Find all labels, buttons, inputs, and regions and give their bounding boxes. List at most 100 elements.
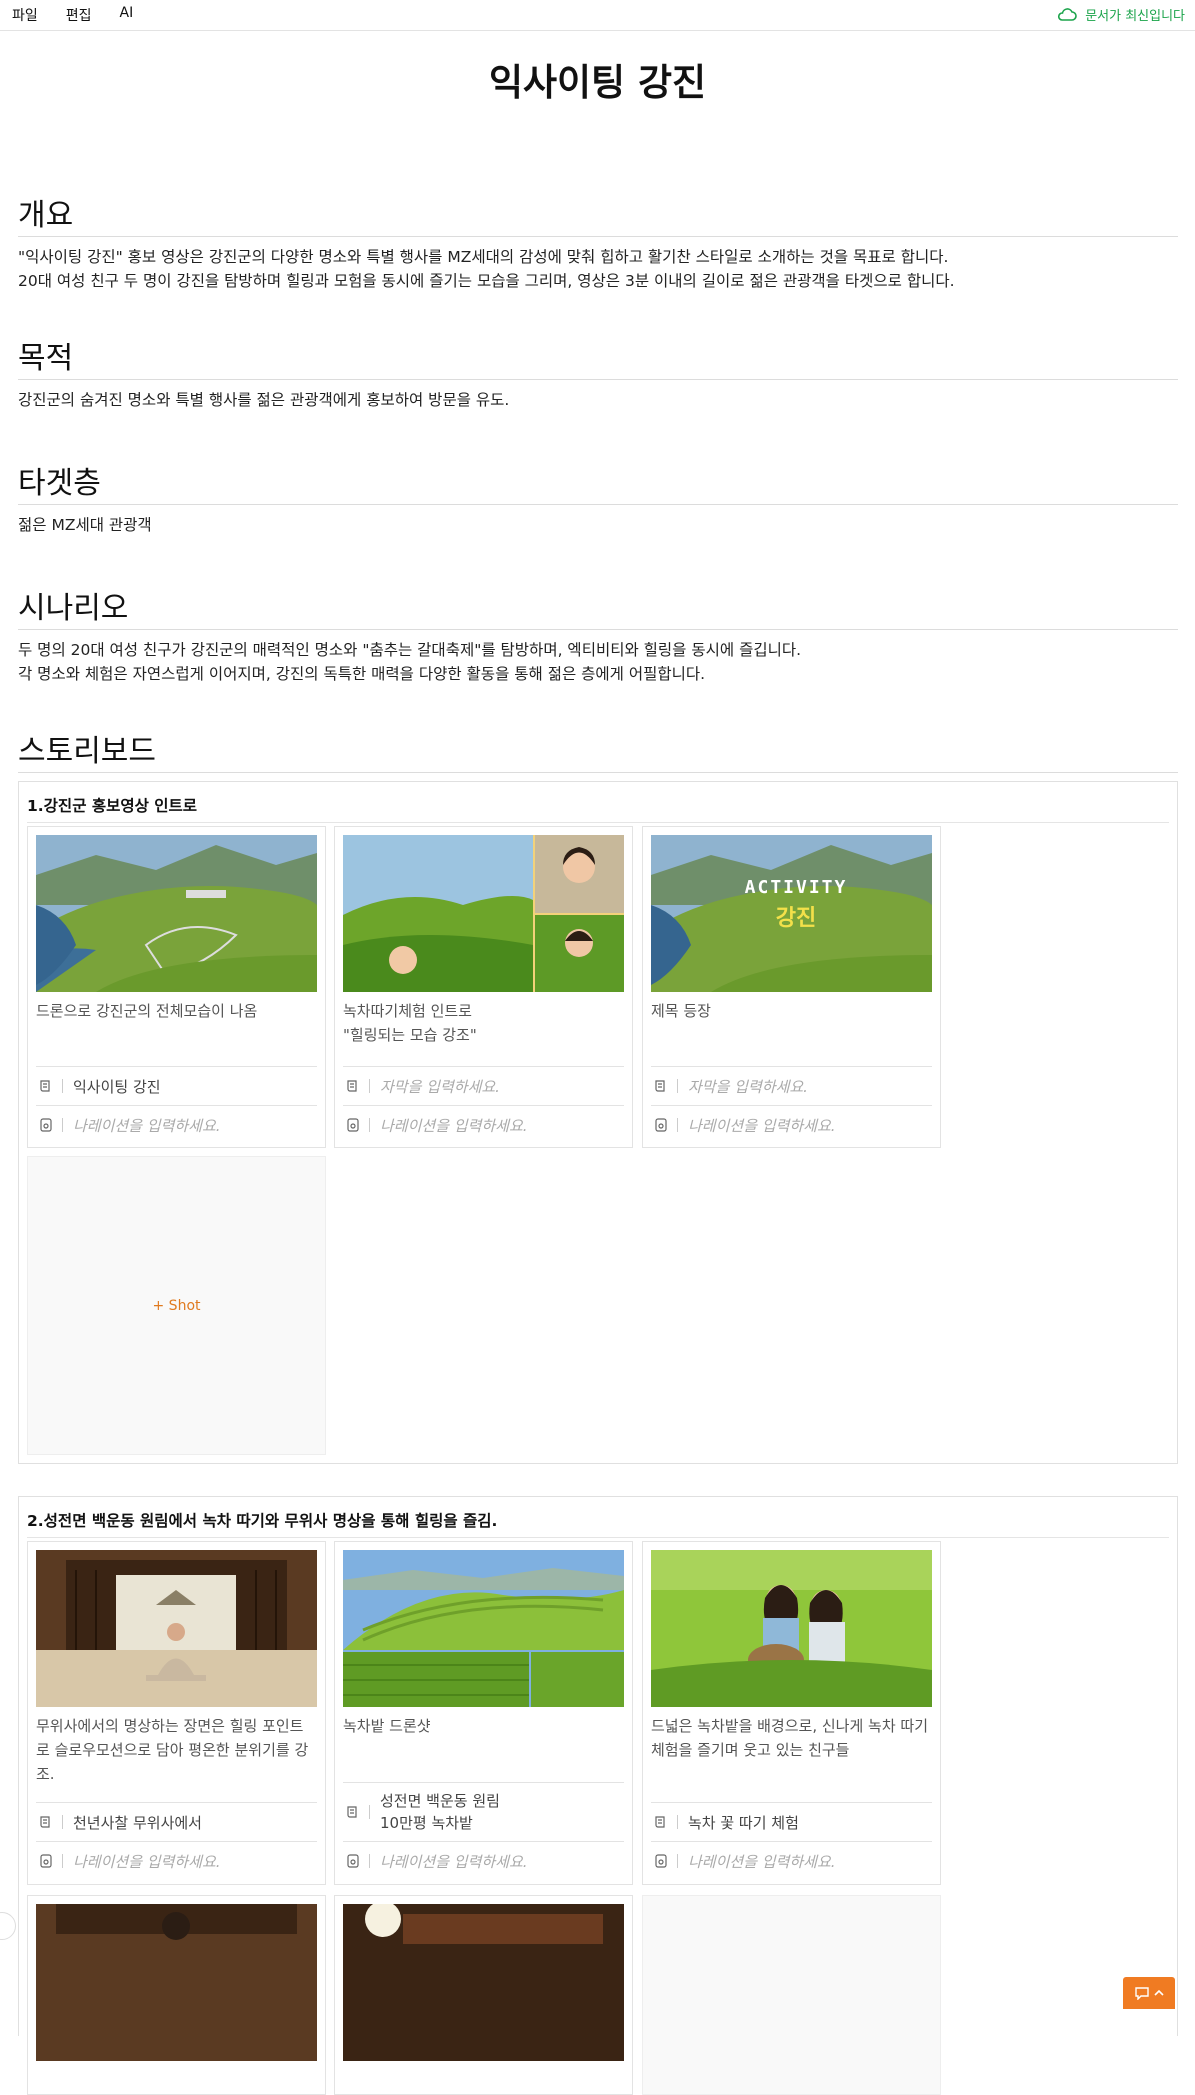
subtitle-text[interactable]: 성전면 백운동 원림 10만평 녹차밭: [380, 1790, 500, 1834]
subtitle-row[interactable]: 녹차 꽃 따기 체험: [651, 1802, 932, 1841]
shot-description[interactable]: 드론으로 강진군의 전체모습이 나옴: [36, 999, 317, 1055]
shot-image[interactable]: [343, 1550, 624, 1707]
shot-image[interactable]: ACTIVITY 강진: [651, 835, 932, 992]
chat-button[interactable]: [1123, 1977, 1175, 2009]
paragraph: 각 명소와 체험은 자연스럽게 이어지며, 강진의 독특한 매력을 다양한 활동…: [18, 665, 706, 683]
scene-card: 1.강진군 홍보영상 인트로 드론으로 강진군의 전체모습이 나옴 익사이팅 강…: [18, 781, 1178, 1464]
script-icon: [347, 1080, 357, 1092]
subtitle-row[interactable]: 성전면 백운동 원림 10만평 녹차밭: [343, 1782, 624, 1841]
microphone-icon: [347, 1854, 359, 1868]
shot-image[interactable]: [36, 835, 317, 992]
microphone-icon: [655, 1118, 667, 1132]
narration-input[interactable]: 나레이션을 입력하세요.: [73, 1851, 221, 1872]
shot-card[interactable]: ACTIVITY 강진 제목 등장 자막을 입력하세요. 나레이션을 입력하세요…: [642, 826, 941, 1148]
divider: [369, 1079, 370, 1093]
subtitle-row[interactable]: 자막을 입력하세요.: [343, 1066, 624, 1105]
section-target: 타겟층 젊은 MZ세대 관광객: [18, 466, 1178, 537]
subtitle-input[interactable]: 자막을 입력하세요.: [380, 1076, 500, 1097]
paragraph: "익사이팅 강진" 홍보 영상은 강진군의 다양한 명소와 특별 행사를 MZ세…: [18, 248, 949, 266]
sync-status: 문서가 최신입니다: [1057, 5, 1185, 24]
subtitle-text[interactable]: 익사이팅 강진: [73, 1076, 161, 1097]
subtitle-input[interactable]: 자막을 입력하세요.: [688, 1076, 808, 1097]
scene-card: 2.성전면 백운동 원림에서 녹차 따기와 무위사 명상을 통해 힐링을 즐김.…: [18, 1496, 1178, 2095]
divider: [677, 1079, 678, 1093]
shot-description[interactable]: 제목 등장: [651, 999, 932, 1055]
divider: [62, 1118, 63, 1132]
narration-input[interactable]: 나레이션을 입력하세요.: [380, 1115, 528, 1136]
shot-image[interactable]: [343, 1904, 624, 2061]
divider: [677, 1815, 678, 1829]
divider: [369, 1854, 370, 1868]
script-icon: [655, 1080, 665, 1092]
microphone-icon: [655, 1854, 667, 1868]
shot-card[interactable]: [27, 1895, 326, 2095]
section-storyboard: 스토리보드: [18, 734, 1178, 773]
script-icon: [347, 1806, 357, 1818]
shot-card[interactable]: 녹차밭 드론샷 성전면 백운동 원림 10만평 녹차밭 나레이션을 입력하세요.: [334, 1541, 633, 1885]
divider: [62, 1079, 63, 1093]
subtitle-text[interactable]: 녹차 꽃 따기 체험: [688, 1812, 799, 1833]
narration-row[interactable]: 나레이션을 입력하세요.: [343, 1105, 624, 1144]
shot-placeholder: [642, 1895, 941, 2095]
scene-title[interactable]: 2.성전면 백운동 원림에서 녹차 따기와 무위사 명상을 통해 힐링을 즐김.: [27, 1507, 1169, 1538]
narration-input[interactable]: 나레이션을 입력하세요.: [688, 1115, 836, 1136]
shot-image[interactable]: [36, 1550, 317, 1707]
narration-row[interactable]: 나레이션을 입력하세요.: [651, 1105, 932, 1144]
microphone-icon: [40, 1118, 52, 1132]
section-body[interactable]: 강진군의 숨겨진 명소와 특별 행사를 젊은 관광객에게 홍보하여 방문을 유도…: [18, 388, 1178, 412]
shot-description[interactable]: 드넓은 녹차밭을 배경으로, 신나게 녹차 따기 체험을 즐기며 웃고 있는 친…: [651, 1714, 932, 1770]
chevron-up-icon: [1154, 1989, 1164, 1996]
shot-description[interactable]: 녹차밭 드론샷: [343, 1714, 624, 1770]
overlay-subtitle: 강진: [776, 906, 816, 931]
side-handle[interactable]: [0, 1912, 16, 1940]
document-title[interactable]: 익사이팅 강진: [0, 52, 1195, 106]
microphone-icon: [40, 1854, 52, 1868]
section-body[interactable]: 젊은 MZ세대 관광객: [18, 513, 1178, 537]
microphone-icon: [347, 1118, 359, 1132]
shot-card[interactable]: 드론으로 강진군의 전체모습이 나옴 익사이팅 강진 나레이션을 입력하세요.: [27, 826, 326, 1148]
narration-row[interactable]: 나레이션을 입력하세요.: [651, 1841, 932, 1880]
section-overview: 개요 "익사이팅 강진" 홍보 영상은 강진군의 다양한 명소와 특별 행사를 …: [18, 198, 1178, 293]
shot-image[interactable]: [343, 835, 624, 992]
section-body[interactable]: "익사이팅 강진" 홍보 영상은 강진군의 다양한 명소와 특별 행사를 MZ세…: [18, 245, 1178, 293]
shot-description[interactable]: 무위사에서의 명상하는 장면은 힐링 포인트로 슬로우모션으로 담아 평온한 분…: [36, 1714, 317, 1786]
section-body[interactable]: 두 명의 20대 여성 친구가 강진군의 매력적인 명소와 "춤추는 갈대축제"…: [18, 638, 1178, 686]
paragraph: 20대 여성 친구 두 명이 강진을 탐방하며 힐링과 모험을 동시에 즐기는 …: [18, 272, 955, 290]
shot-image[interactable]: [651, 1550, 932, 1707]
paragraph: 강진군의 숨겨진 명소와 특별 행사를 젊은 관광객에게 홍보하여 방문을 유도…: [18, 391, 510, 409]
shot-card[interactable]: 무위사에서의 명상하는 장면은 힐링 포인트로 슬로우모션으로 담아 평온한 분…: [27, 1541, 326, 1885]
section-scenario: 시나리오 두 명의 20대 여성 친구가 강진군의 매력적인 명소와 "춤추는 …: [18, 591, 1178, 686]
script-icon: [40, 1816, 50, 1828]
scene-title[interactable]: 1.강진군 홍보영상 인트로: [27, 792, 1169, 823]
paragraph: 두 명의 20대 여성 친구가 강진군의 매력적인 명소와 "춤추는 갈대축제"…: [18, 641, 802, 659]
subtitle-row[interactable]: 익사이팅 강진: [36, 1066, 317, 1105]
shot-image[interactable]: [36, 1904, 317, 2061]
narration-input[interactable]: 나레이션을 입력하세요.: [380, 1851, 528, 1872]
menu-ai[interactable]: AI: [120, 5, 134, 25]
shot-card[interactable]: [334, 1895, 633, 2095]
divider: [677, 1854, 678, 1868]
shot-description[interactable]: 녹차따기체험 인트로 "힐링되는 모습 강조": [343, 999, 624, 1055]
section-heading[interactable]: 시나리오: [18, 591, 1178, 630]
section-heading[interactable]: 스토리보드: [18, 734, 1178, 773]
subtitle-row[interactable]: 자막을 입력하세요.: [651, 1066, 932, 1105]
shot-card[interactable]: 드넓은 녹차밭을 배경으로, 신나게 녹차 따기 체험을 즐기며 웃고 있는 친…: [642, 1541, 941, 1885]
narration-row[interactable]: 나레이션을 입력하세요.: [36, 1105, 317, 1144]
add-shot-button[interactable]: + Shot: [27, 1156, 326, 1455]
menu-edit[interactable]: 편집: [66, 5, 92, 25]
subtitle-text[interactable]: 천년사찰 무위사에서: [73, 1812, 202, 1833]
shot-card[interactable]: 녹차따기체험 인트로 "힐링되는 모습 강조" 자막을 입력하세요. 나레이션을…: [334, 826, 633, 1148]
section-heading[interactable]: 목적: [18, 341, 1178, 380]
narration-input[interactable]: 나레이션을 입력하세요.: [688, 1851, 836, 1872]
top-bar: 파일 편집 AI 문서가 최신입니다: [0, 0, 1195, 31]
narration-input[interactable]: 나레이션을 입력하세요.: [73, 1115, 221, 1136]
subtitle-row[interactable]: 천년사찰 무위사에서: [36, 1802, 317, 1841]
menu-file[interactable]: 파일: [12, 5, 38, 25]
narration-row[interactable]: 나레이션을 입력하세요.: [36, 1841, 317, 1880]
sync-status-text: 문서가 최신입니다: [1085, 9, 1185, 24]
narration-row[interactable]: 나레이션을 입력하세요.: [343, 1841, 624, 1880]
section-heading[interactable]: 타겟층: [18, 466, 1178, 505]
divider: [62, 1854, 63, 1868]
section-heading[interactable]: 개요: [18, 198, 1178, 237]
script-icon: [40, 1080, 50, 1092]
